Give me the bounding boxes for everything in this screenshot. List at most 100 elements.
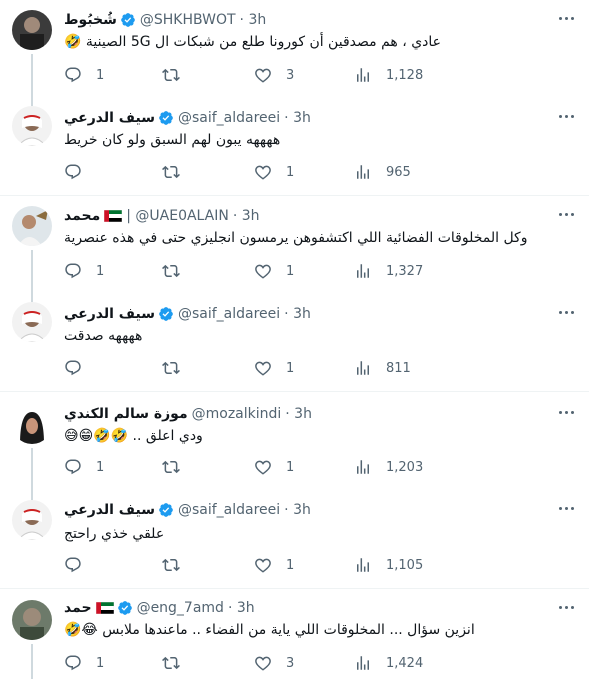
retweet-button[interactable] — [162, 457, 194, 477]
views-button[interactable]: 1,128 — [354, 65, 423, 85]
avatar[interactable] — [12, 600, 52, 640]
tweet-header: سيف الدرعي @saif_aldareei · 3h — [64, 304, 549, 324]
views-icon — [357, 460, 369, 474]
more-options-icon[interactable] — [559, 605, 577, 611]
timestamp[interactable]: · 3h — [284, 306, 311, 322]
reply-icon — [65, 67, 81, 83]
avatar[interactable] — [12, 106, 52, 146]
more-options-icon[interactable] — [559, 212, 577, 218]
author-name[interactable]: سيف الدرعي — [64, 110, 155, 126]
avatar[interactable] — [12, 404, 52, 444]
avatar[interactable] — [12, 10, 52, 50]
like-button[interactable]: 1 — [254, 555, 294, 575]
tweet-header: موزة سالم الكندي @mozalkindi · 3h — [64, 404, 549, 424]
more-options-icon[interactable] — [559, 410, 577, 416]
uae-flag-icon — [104, 210, 123, 222]
tweet-header: حمد @eng_7amd · 3h — [64, 598, 549, 618]
verified-badge-icon — [159, 307, 173, 321]
avatar[interactable] — [12, 206, 52, 246]
thread-line — [31, 448, 33, 500]
retweet-button[interactable] — [162, 653, 194, 673]
retweet-icon — [162, 165, 180, 179]
author-handle[interactable]: @SHKHBWOT — [140, 12, 236, 28]
author-handle[interactable]: @saif_aldareei — [178, 306, 280, 322]
tweet-header: محمد | @UAE0ALAIN · 3h — [64, 206, 549, 226]
views-button[interactable]: 1,105 — [354, 555, 423, 575]
views-button[interactable]: 811 — [354, 358, 411, 378]
retweet-button[interactable] — [162, 358, 194, 378]
like-button[interactable]: 3 — [254, 653, 294, 673]
like-button[interactable]: 3 — [254, 65, 294, 85]
retweet-icon — [162, 68, 180, 82]
views-button[interactable]: 1,424 — [354, 653, 423, 673]
views-button[interactable]: 1,327 — [354, 261, 423, 281]
views-icon — [357, 656, 369, 670]
heart-icon — [255, 656, 271, 671]
thread-line — [31, 250, 33, 302]
timestamp[interactable]: · 3h — [240, 12, 267, 28]
reply-button[interactable]: 1 — [64, 653, 104, 673]
reply-button[interactable] — [64, 555, 96, 575]
reply-icon — [65, 655, 81, 671]
tweet-header: سيف الدرعي @saif_aldareei · 3h — [64, 108, 549, 128]
author-handle[interactable]: | @UAE0ALAIN — [126, 208, 229, 224]
like-button[interactable]: 1 — [254, 358, 294, 378]
reply-button[interactable]: 1 — [64, 65, 104, 85]
reply-icon — [65, 459, 81, 475]
views-count: 1,105 — [386, 557, 424, 573]
retweet-icon — [162, 558, 180, 572]
tweet-actions: 1 3 1,424 — [64, 653, 424, 673]
views-button[interactable]: 965 — [354, 162, 411, 182]
tweet-actions: 1 3 1,128 — [64, 65, 424, 85]
timestamp[interactable]: · 3h — [284, 110, 311, 126]
views-count: 1,327 — [386, 263, 424, 279]
reply-button[interactable] — [64, 358, 96, 378]
reply-button[interactable]: 1 — [64, 261, 104, 281]
heart-icon — [255, 361, 271, 376]
avatar[interactable] — [12, 500, 52, 540]
timestamp[interactable]: · 3h — [284, 502, 311, 518]
more-options-icon[interactable] — [559, 16, 577, 22]
tweet-actions: 1 811 — [64, 358, 424, 378]
timestamp[interactable]: · 3h — [233, 208, 260, 224]
more-options-icon[interactable] — [559, 114, 577, 120]
reply-icon — [65, 557, 81, 573]
author-name[interactable]: حمد — [64, 600, 92, 616]
author-name[interactable]: سيف الدرعي — [64, 502, 155, 518]
tweet-header: سيف الدرعي @saif_aldareei · 3h — [64, 500, 549, 520]
like-button[interactable]: 1 — [254, 162, 294, 182]
more-options-icon[interactable] — [559, 310, 577, 316]
retweet-button[interactable] — [162, 261, 194, 281]
timestamp[interactable]: · 3h — [285, 406, 312, 422]
retweet-button[interactable] — [162, 162, 194, 182]
like-button[interactable]: 1 — [254, 457, 294, 477]
author-handle[interactable]: @mozalkindi — [192, 406, 282, 422]
thread-line — [31, 54, 33, 106]
author-handle[interactable]: @saif_aldareei — [178, 502, 280, 518]
divider — [0, 391, 589, 392]
author-handle[interactable]: @eng_7amd — [137, 600, 224, 616]
views-count: 811 — [386, 360, 411, 376]
timestamp[interactable]: · 3h — [228, 600, 255, 616]
views-button[interactable]: 1,203 — [354, 457, 423, 477]
author-name[interactable]: محمد — [64, 208, 100, 224]
more-options-icon[interactable] — [559, 506, 577, 512]
like-button[interactable]: 1 — [254, 261, 294, 281]
views-icon — [357, 68, 369, 82]
retweet-icon — [162, 460, 180, 474]
tweet-text: ودي اعلق .. 🤣🤣😁😅 — [64, 428, 203, 444]
views-icon — [357, 165, 369, 179]
avatar[interactable] — [12, 302, 52, 342]
views-count: 1,128 — [386, 67, 424, 83]
retweet-button[interactable] — [162, 555, 194, 575]
reply-icon — [65, 164, 81, 180]
retweet-button[interactable] — [162, 65, 194, 85]
author-name[interactable]: شُخبُوط — [64, 12, 117, 28]
reply-count: 1 — [96, 459, 105, 475]
author-name[interactable]: موزة سالم الكندي — [64, 406, 188, 422]
author-name[interactable]: سيف الدرعي — [64, 306, 155, 322]
reply-button[interactable]: 1 — [64, 457, 104, 477]
reply-button[interactable] — [64, 162, 96, 182]
author-handle[interactable]: @saif_aldareei — [178, 110, 280, 126]
verified-badge-icon — [117, 601, 132, 615]
